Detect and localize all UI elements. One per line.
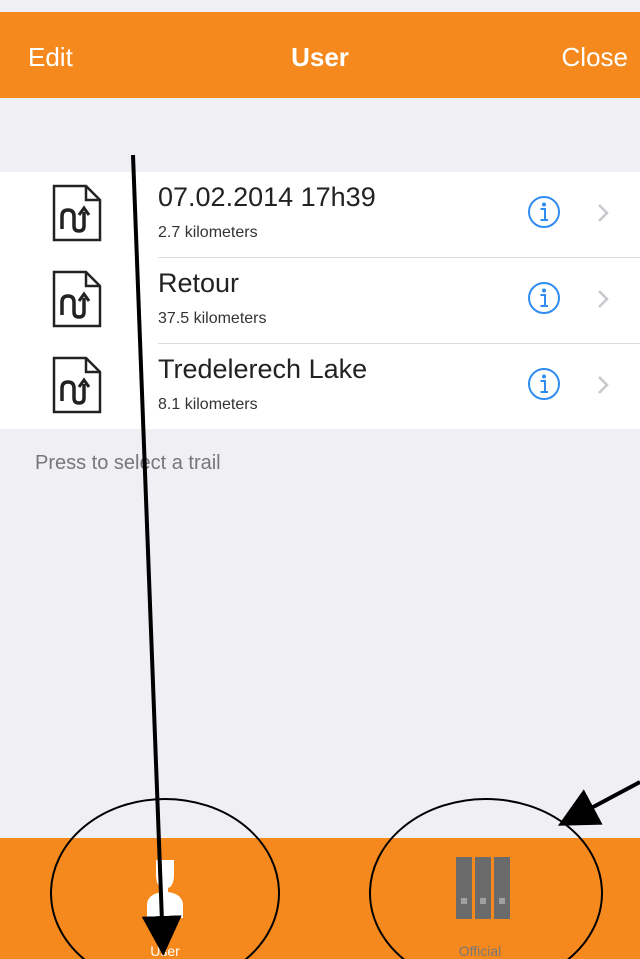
- user-icon: [147, 860, 183, 918]
- books-icon: [456, 857, 510, 919]
- trail-distance: 8.1 kilometers: [158, 396, 258, 413]
- trail-row[interactable]: Tredelerech Lake 8.1 kilometers: [0, 344, 640, 430]
- trail-distance: 37.5 kilometers: [158, 310, 267, 327]
- info-icon[interactable]: [527, 281, 561, 315]
- chevron-right-icon: [598, 290, 609, 308]
- list-footer-hint: Press to select a trail: [35, 452, 221, 474]
- trail-row[interactable]: 07.02.2014 17h39 2.7 kilometers: [0, 172, 640, 258]
- trail-file-icon: [52, 184, 102, 242]
- trail-row[interactable]: Retour 37.5 kilometers: [0, 258, 640, 344]
- trail-distance: 2.7 kilometers: [158, 224, 258, 241]
- tab-official[interactable]: Official: [420, 838, 540, 959]
- trail-file-icon: [52, 270, 102, 328]
- tab-bar: User Official: [0, 838, 640, 959]
- close-button[interactable]: Close: [562, 42, 628, 73]
- info-icon[interactable]: [527, 195, 561, 229]
- tab-label: Official: [458, 943, 502, 959]
- trail-list: 07.02.2014 17h39 2.7 kilometers Retour 3…: [0, 172, 640, 429]
- tab-label: User: [150, 943, 180, 959]
- trail-title: Retour: [158, 268, 240, 298]
- trail-title: 07.02.2014 17h39: [158, 182, 376, 212]
- chevron-right-icon: [598, 204, 609, 222]
- annotation-overlay: [50, 154, 640, 959]
- chevron-right-icon: [598, 376, 609, 394]
- tab-user[interactable]: User: [100, 838, 230, 959]
- annotation-arrow: [557, 780, 640, 826]
- navigation-bar: Edit User Close: [0, 12, 640, 98]
- page-title: User: [291, 42, 349, 72]
- info-icon[interactable]: [527, 367, 561, 401]
- trail-title: Tredelerech Lake: [158, 354, 368, 384]
- trail-file-icon: [52, 356, 102, 414]
